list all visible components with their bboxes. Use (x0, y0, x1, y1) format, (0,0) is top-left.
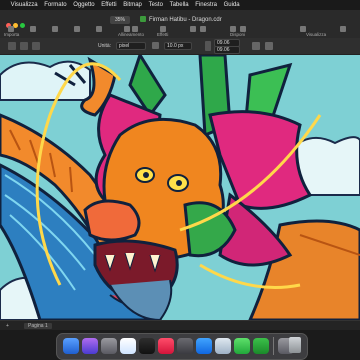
coreldraw-icon[interactable] (253, 338, 269, 354)
page-size-icon[interactable] (8, 42, 16, 50)
units-label: Unità: (98, 43, 112, 49)
document-title: Firman Hatibu - Dragon.cdr (140, 16, 222, 24)
trash-icon[interactable] (289, 337, 301, 353)
zoom-level-select[interactable]: 35% (110, 16, 130, 24)
menu-finestra[interactable]: Finestra (195, 0, 217, 10)
page-tab[interactable]: Pagina 1 (24, 323, 52, 329)
menu-formato[interactable]: Formato (44, 0, 66, 10)
menu-tabella[interactable]: Tabella (170, 0, 189, 10)
dock-separator (273, 337, 274, 355)
snap-options-icon[interactable] (265, 42, 273, 50)
music-icon[interactable] (158, 338, 174, 354)
photos-icon[interactable] (177, 338, 193, 354)
document-title-text: Firman Hatibu - Dragon.cdr (149, 17, 222, 23)
mail-icon[interactable] (215, 338, 231, 354)
units-select[interactable]: pixel (116, 42, 146, 50)
menu-effetti[interactable]: Effetti (101, 0, 116, 10)
title-toolbar: 35% Firman Hatibu - Dragon.cdr (0, 10, 360, 33)
safari-icon[interactable] (120, 338, 136, 354)
nudge-distance-field[interactable]: 10.0 px (164, 42, 192, 50)
zoom-window-icon[interactable] (20, 23, 25, 28)
menu-oggetto[interactable]: Oggetto (73, 0, 94, 10)
menu-visualizza[interactable]: Visualizza (11, 0, 38, 10)
dragon-artwork (0, 55, 360, 320)
duplicate-distance-icon (205, 41, 211, 51)
menu-bar: Visualizza Formato Oggetto Effetti Bitma… (0, 0, 360, 10)
launchpad-icon[interactable] (101, 338, 117, 354)
messages-icon[interactable] (234, 338, 250, 354)
app-store-icon[interactable] (196, 338, 212, 354)
document-icon (140, 16, 146, 22)
property-bar: Unità: pixel 10.0 px 09.06 09.06 (0, 38, 360, 55)
grid-options-icon[interactable] (252, 42, 260, 50)
menu-guida[interactable]: Guida (224, 0, 240, 10)
portrait-icon[interactable] (20, 42, 28, 50)
menu-bitmap[interactable]: Bitmap (123, 0, 142, 10)
landscape-icon[interactable] (32, 42, 40, 50)
drawing-canvas[interactable] (0, 55, 360, 320)
dock (56, 333, 308, 360)
siri-icon[interactable] (82, 338, 98, 354)
duplicate-y-field[interactable]: 09.06 (214, 46, 240, 54)
menu-testo[interactable]: Testo (149, 0, 163, 10)
nudge-icon (152, 42, 159, 49)
terminal-icon[interactable] (139, 338, 155, 354)
finder-icon[interactable] (63, 338, 79, 354)
